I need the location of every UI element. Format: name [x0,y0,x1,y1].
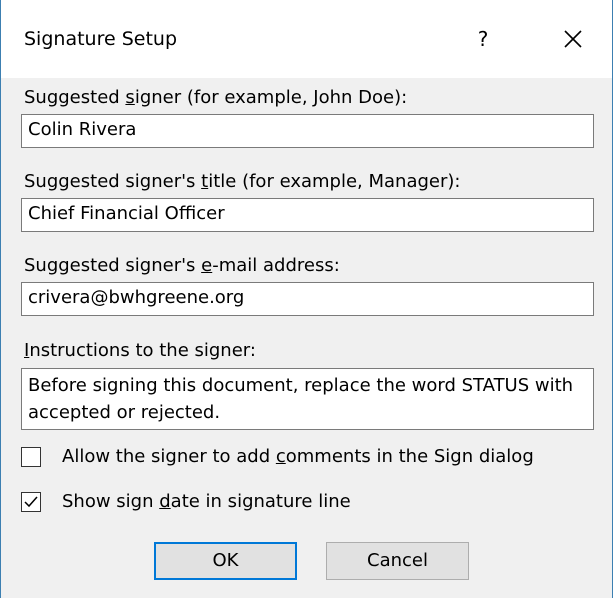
signer-email-input[interactable]: crivera@bwhgreene.org [21,282,594,316]
show-date-label: Show sign date in signature line [62,491,351,512]
checkmark-icon [24,496,38,508]
allow-comments-checkbox[interactable] [21,447,41,467]
close-button[interactable] [553,20,593,58]
allow-comments-checkbox-row[interactable]: Allow the signer to add comments in the … [21,444,601,472]
help-button[interactable]: ? [463,20,503,58]
instructions-label: Instructions to the signer: [24,340,256,361]
title-bar: Signature Setup ? [1,0,612,78]
signer-title-input[interactable]: Chief Financial Officer [21,198,594,232]
ok-button[interactable]: OK [154,542,297,580]
signer-email-label: Suggested signer's e-mail address: [24,255,340,276]
show-date-checkbox-row[interactable]: Show sign date in signature line [21,489,401,517]
signer-name-input[interactable]: Colin Rivera [21,114,594,148]
signer-name-label: Suggested signer (for example, John Doe)… [24,87,408,108]
show-date-checkbox[interactable] [21,492,41,512]
signer-title-label: Suggested signer's title (for example, M… [24,171,461,192]
instructions-textarea[interactable]: Before signing this document, replace th… [21,368,594,430]
close-icon [564,30,582,48]
allow-comments-label: Allow the signer to add comments in the … [62,446,534,467]
cancel-button[interactable]: Cancel [326,542,469,580]
signature-setup-dialog: Signature Setup ? Suggested signer (for … [0,0,613,598]
dialog-title: Signature Setup [24,28,178,50]
